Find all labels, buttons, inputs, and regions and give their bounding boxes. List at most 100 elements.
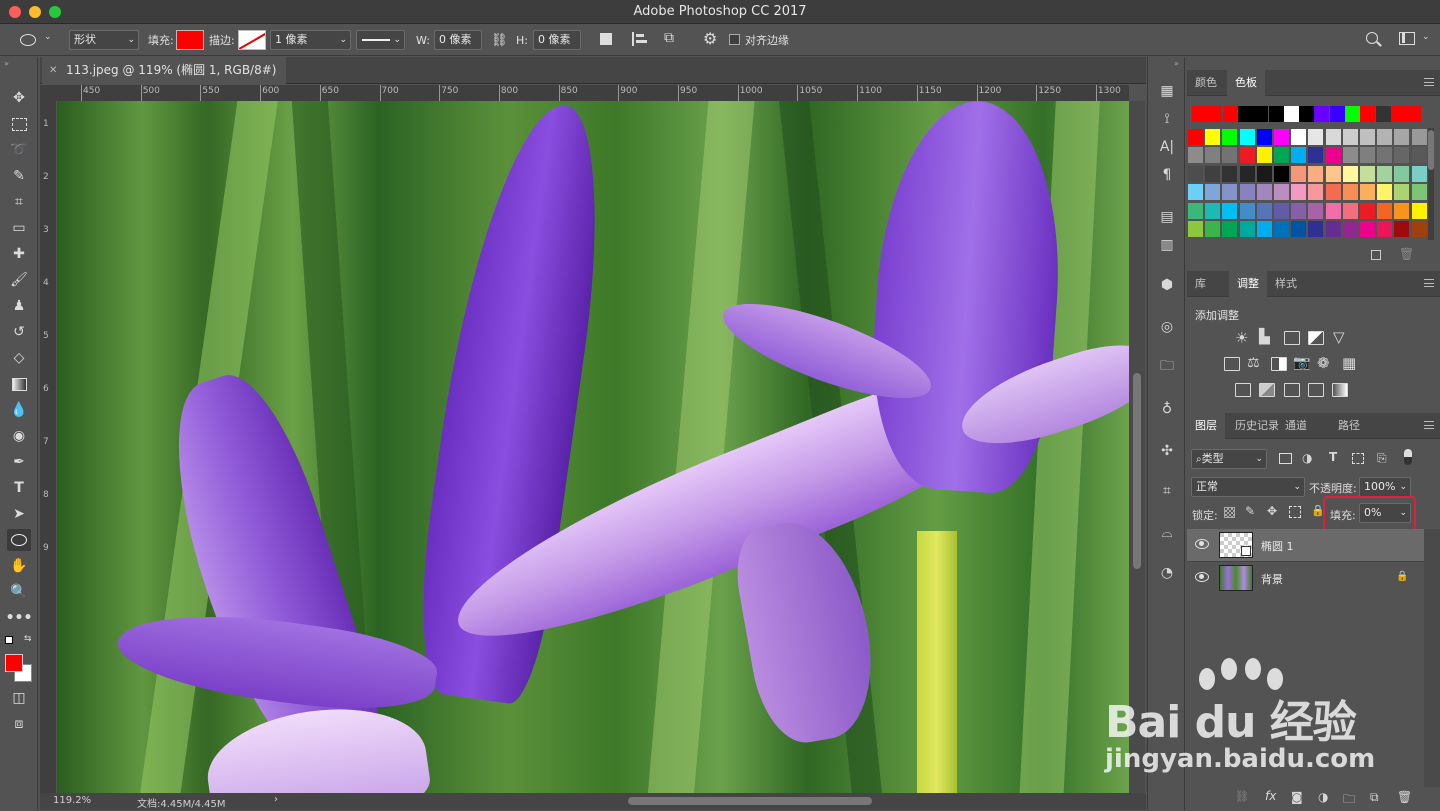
swatch[interactable] <box>1410 220 1427 238</box>
swatch[interactable] <box>1376 220 1394 238</box>
exposure-icon[interactable] <box>1308 331 1324 345</box>
swatch[interactable] <box>1376 164 1394 183</box>
close-tab-icon[interactable]: ✕ <box>49 57 57 84</box>
ellipse-tool-preset-picker[interactable]: ⌄ <box>14 31 54 49</box>
fx-icon[interactable]: fx <box>1265 789 1276 803</box>
status-menu-arrow-icon[interactable]: › <box>274 794 278 805</box>
swatch[interactable] <box>1393 183 1411 202</box>
curves-icon[interactable] <box>1284 331 1300 345</box>
vibrance-icon[interactable]: ▽ <box>1333 328 1345 346</box>
vertical-scroll-thumb[interactable] <box>1133 373 1141 569</box>
shape-layer-filter-icon[interactable] <box>1352 453 1364 464</box>
pen-tool-icon[interactable]: ✒ <box>7 451 31 473</box>
swatch[interactable] <box>1390 106 1406 122</box>
swatch[interactable] <box>1273 183 1290 202</box>
swatch[interactable] <box>1238 164 1256 183</box>
swatch[interactable] <box>1341 201 1359 220</box>
ruler-tool-icon[interactable]: ▭ <box>7 217 31 239</box>
lock-image-pixels-icon[interactable]: ✎ <box>1245 504 1255 518</box>
history-brush-tool-icon[interactable]: ↺ <box>7 321 31 343</box>
swatch[interactable] <box>1324 146 1342 165</box>
stroke-color-swatch[interactable] <box>238 30 266 50</box>
document-tab[interactable]: ✕ 113.jpeg @ 119% (椭圆 1, RGB/8#) * <box>42 57 286 104</box>
vertical-ruler[interactable]: 1 2 3 4 5 6 7 8 9 <box>40 101 56 793</box>
swatch[interactable] <box>1187 128 1204 146</box>
layer-row-background[interactable]: 背景 🔒 <box>1187 561 1424 593</box>
swatch[interactable] <box>1273 201 1290 220</box>
swatch[interactable] <box>1204 164 1222 183</box>
brush-settings-icon[interactable]: ▤ <box>1157 207 1177 227</box>
foreground-color-swatch[interactable] <box>5 654 23 672</box>
swatch[interactable] <box>1410 201 1427 220</box>
add-mask-icon[interactable]: ◙ <box>1291 790 1303 804</box>
swatch[interactable] <box>1290 183 1308 202</box>
black-white-icon[interactable] <box>1271 357 1287 371</box>
layer-filter-select[interactable]: ⌕类型 ⌄ <box>1191 449 1267 469</box>
swatch[interactable] <box>1238 146 1256 165</box>
align-edges-checkbox[interactable] <box>729 34 740 45</box>
swatch[interactable] <box>1376 128 1394 146</box>
swatch[interactable] <box>1290 128 1308 146</box>
swatch[interactable] <box>1255 146 1273 165</box>
brush-tool-icon[interactable]: 🖌 <box>7 269 31 291</box>
swatch[interactable] <box>1324 201 1342 220</box>
smart-object-filter-icon[interactable]: ⎘ <box>1377 451 1387 466</box>
swatch[interactable] <box>1255 220 1273 238</box>
swatch[interactable] <box>1393 220 1411 238</box>
opacity-input[interactable]: 100% ⌄ <box>1359 477 1411 497</box>
path-arrangement-icon[interactable]: ⧉ <box>664 30 684 48</box>
swatch[interactable] <box>1393 128 1411 146</box>
swatch[interactable] <box>1187 183 1204 202</box>
color-lookup-icon[interactable]: ▦ <box>1342 354 1356 372</box>
path-selection-tool-icon[interactable]: ➤ <box>7 503 31 525</box>
trash-icon[interactable]: 🗑 <box>1399 247 1414 261</box>
swatch[interactable] <box>1238 183 1256 202</box>
swatch[interactable] <box>1204 128 1222 146</box>
swatch[interactable] <box>1273 220 1290 238</box>
tab-paths[interactable]: 路径 <box>1330 413 1368 439</box>
swatch[interactable] <box>1345 106 1360 122</box>
swatch[interactable] <box>1255 164 1273 183</box>
swatches-scroll-thumb[interactable] <box>1428 130 1434 170</box>
gradient-map-icon[interactable] <box>1332 383 1348 397</box>
type-tool-icon[interactable]: T <box>7 477 31 499</box>
tool-mode-select[interactable]: 形状 ⌄ <box>69 30 139 50</box>
swatch[interactable] <box>1393 201 1411 220</box>
photo-filter-icon[interactable]: 📷 <box>1293 355 1310 371</box>
default-colors-icon[interactable] <box>5 636 13 644</box>
zoom-level[interactable]: 119.2% <box>53 795 91 806</box>
panel-menu-icon[interactable] <box>1424 279 1434 287</box>
swatch[interactable] <box>1341 128 1359 146</box>
swatch[interactable] <box>1341 146 1359 165</box>
swatch[interactable] <box>1290 164 1308 183</box>
swatch[interactable] <box>1359 183 1376 202</box>
swatch[interactable] <box>1324 220 1342 238</box>
clone-source-icon[interactable]: ♁ <box>1157 399 1177 419</box>
invert-icon[interactable] <box>1235 383 1251 397</box>
path-alignment-icon[interactable] <box>632 32 647 46</box>
swatch[interactable] <box>1273 128 1290 146</box>
swatch[interactable] <box>1299 106 1315 122</box>
swatch[interactable] <box>1406 106 1422 122</box>
swatches-scrollbar[interactable] <box>1428 128 1434 240</box>
crop-icon[interactable]: ⌗ <box>1157 481 1177 501</box>
zoom-tool-icon[interactable]: 🔍 <box>7 581 31 603</box>
chevron-down-icon[interactable]: ⌄ <box>1422 32 1430 42</box>
swatch[interactable] <box>1376 183 1394 202</box>
tab-color[interactable]: 颜色 <box>1187 70 1225 96</box>
swatch[interactable] <box>1204 201 1222 220</box>
more-tools-icon[interactable]: ••• <box>6 607 33 629</box>
hand-tool-icon[interactable]: ✋ <box>7 555 31 577</box>
character-icon[interactable]: A| <box>1157 137 1177 157</box>
blend-mode-select[interactable]: 正常 ⌄ <box>1191 477 1305 497</box>
tab-layers[interactable]: 图层 <box>1187 413 1225 439</box>
properties-icon[interactable]: ⟟ <box>1157 109 1177 129</box>
hue-saturation-icon[interactable] <box>1224 357 1240 371</box>
gradient-tool-icon[interactable] <box>7 373 31 395</box>
collapse-arrows-icon[interactable]: » <box>1174 59 1179 68</box>
swatch[interactable] <box>1204 183 1222 202</box>
swatch[interactable] <box>1393 164 1411 183</box>
swatch[interactable] <box>1221 146 1239 165</box>
eraser-tool-icon[interactable]: ◇ <box>7 347 31 369</box>
fill-color-swatch[interactable] <box>176 30 204 50</box>
